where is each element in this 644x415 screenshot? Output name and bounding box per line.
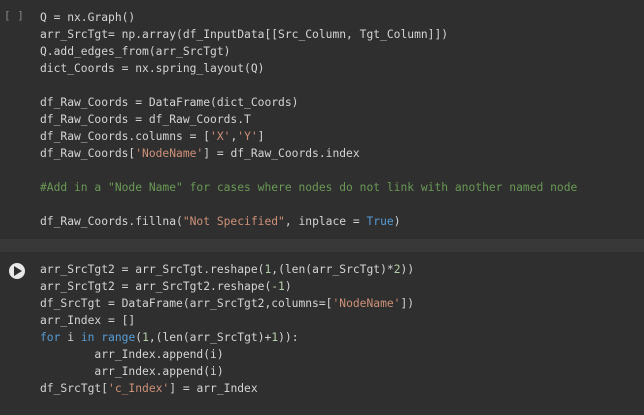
code-cell-1[interactable]: [ ] Q = nx.Graph() arr_SrcTgt= np.array(d… <box>0 0 644 239</box>
code-token: arr_Index.append(i) <box>40 348 224 361</box>
code-token: 'Y' <box>237 130 258 143</box>
code-cell-2[interactable]: arr_SrcTgt2 = arr_SrcTgt.reshape(1,(len(… <box>0 252 644 415</box>
run-cell-button[interactable] <box>9 263 25 279</box>
code-line: dict_Coords = nx.spring_layout(Q) <box>40 60 577 77</box>
code-token: , inplace = <box>284 215 367 228</box>
code-line: df_Raw_Coords.columns = ['X','Y'] <box>40 128 577 145</box>
code-token: Q.add_edges_from(arr_SrcTgt) <box>40 45 231 58</box>
code-token: ] <box>257 130 265 143</box>
code-line: df_SrcTgt = DataFrame(arr_SrcTgt2,column… <box>40 295 414 312</box>
code-token: -1 <box>271 280 285 293</box>
code-line: arr_SrcTgt2 = arr_SrcTgt.reshape(1,(len(… <box>40 261 414 278</box>
code-line: arr_SrcTgt= np.array(df_InputData[[Src_C… <box>40 26 577 43</box>
code-token: 'c_Index' <box>108 382 170 395</box>
code-token: ] = arr_Index <box>169 382 258 395</box>
code-token: i <box>60 331 81 344</box>
code-token: arr_SrcTgt2 = arr_SrcTgt.reshape( <box>40 263 265 276</box>
code-token: 'NodeName' <box>135 147 204 160</box>
code-line: Q.add_edges_from(arr_SrcTgt) <box>40 43 577 60</box>
code-editor[interactable]: arr_SrcTgt2 = arr_SrcTgt.reshape(1,(len(… <box>40 261 414 397</box>
code-line: df_SrcTgt['c_Index'] = arr_Index <box>40 380 414 397</box>
code-line: arr_Index.append(i) <box>40 363 414 380</box>
code-token: ] = df_Raw_Coords.index <box>203 147 360 160</box>
code-line: arr_Index.append(i) <box>40 346 414 363</box>
code-token: )): <box>278 331 299 344</box>
code-token: ) <box>393 215 401 228</box>
code-token: arr_SrcTgt= np.array(df_InputData[[Src_C… <box>40 28 449 41</box>
code-token: 'X' <box>210 130 231 143</box>
code-editor[interactable]: Q = nx.Graph() arr_SrcTgt= np.array(df_In… <box>40 9 577 230</box>
code-token: arr_Index.append(i) <box>40 365 224 378</box>
code-token: df_SrcTgt = DataFrame(arr_SrcTgt2,column… <box>40 297 333 310</box>
code-token: 'NodeName' <box>332 297 401 310</box>
code-token: df_Raw_Coords = DataFrame(dict_Coords) <box>40 96 299 109</box>
code-token: )) <box>400 263 415 276</box>
notebook: [ ] Q = nx.Graph() arr_SrcTgt= np.array(d… <box>0 0 644 415</box>
code-token: for <box>40 331 61 344</box>
code-token: arr_Index = [] <box>40 314 136 327</box>
code-token: df_SrcTgt[ <box>40 382 109 395</box>
code-token: Q = nx.Graph() <box>40 11 136 24</box>
code-token: in <box>80 331 95 344</box>
code-token: df_Raw_Coords.columns = [ <box>40 130 211 143</box>
code-line: df_Raw_Coords = df_Raw_Coords.T <box>40 111 577 128</box>
code-line: arr_Index = [] <box>40 312 414 329</box>
code-token: True <box>366 215 394 228</box>
code-token: ) <box>284 280 292 293</box>
code-line: #Add in a "Node Name" for cases where no… <box>40 179 577 196</box>
code-line: df_Raw_Coords = DataFrame(dict_Coords) <box>40 94 577 111</box>
code-token: df_Raw_Coords[ <box>40 147 136 160</box>
code-line: for i in range(1,(len(arr_SrcTgt)+1)): <box>40 329 414 346</box>
code-token: ,(len(arr_SrcTgt)* <box>271 263 394 276</box>
code-token: arr_SrcTgt2 = arr_SrcTgt2.reshape( <box>40 280 272 293</box>
code-token: 1 <box>142 331 149 344</box>
execution-indicator: [ ] <box>4 9 24 22</box>
code-token: ,(len(arr_SrcTgt)+ <box>148 331 272 344</box>
play-icon <box>14 266 22 276</box>
code-token: df_Raw_Coords = df_Raw_Coords.T <box>40 113 251 126</box>
code-line: Q = nx.Graph() <box>40 9 577 26</box>
code-token: 2 <box>393 263 401 276</box>
code-token: ]) <box>400 297 415 310</box>
code-line: df_Raw_Coords['NodeName'] = df_Raw_Coord… <box>40 145 577 162</box>
code-line: df_Raw_Coords.fillna("Not Specified", in… <box>40 213 577 230</box>
code-token: "Not Specified" <box>182 215 285 228</box>
code-token: range <box>101 331 136 344</box>
code-token: df_Raw_Coords.fillna( <box>40 215 183 228</box>
code-token: dict_Coords = nx.spring_layout(Q) <box>40 62 265 75</box>
code-line: arr_SrcTgt2 = arr_SrcTgt2.reshape(-1) <box>40 278 414 295</box>
code-comment: #Add in a "Node Name" for cases where no… <box>40 181 578 194</box>
